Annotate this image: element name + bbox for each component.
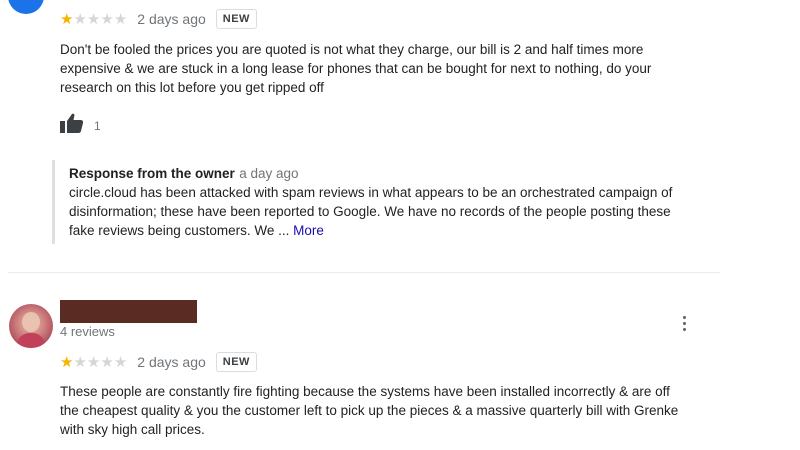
helpful-count: 1 <box>94 118 101 133</box>
star-empty-icon: ★ <box>86 10 101 28</box>
star-empty-icon: ★ <box>113 353 128 371</box>
helpful-button[interactable]: 1 <box>60 113 101 138</box>
owner-response-line: disinformation; these have been reported… <box>69 204 671 219</box>
review-date: 2 days ago <box>137 354 206 370</box>
star-rating: ★ ★ ★ ★ ★ <box>60 355 127 370</box>
star-empty-icon: ★ <box>100 353 114 371</box>
review-text-line: research on this lot before you get ripp… <box>60 80 324 95</box>
owner-response-text: circle.cloud has been attacked with spam… <box>69 183 749 240</box>
new-badge: NEW <box>215 9 257 29</box>
review-text-line: with sky high call prices. <box>60 422 205 437</box>
star-rating: ★ ★ ★ ★ ★ <box>60 12 127 27</box>
star-empty-icon: ★ <box>73 353 87 371</box>
star-empty-icon: ★ <box>113 10 128 28</box>
owner-response-title: Response from the owner <box>69 166 235 181</box>
more-link[interactable]: More <box>293 223 324 238</box>
owner-response-time: a day ago <box>239 166 299 181</box>
more-vert-icon[interactable] <box>679 316 689 331</box>
reviewer-review-count[interactable]: 4 reviews <box>60 324 115 339</box>
review-text-line: the cheapest quality & you the customer … <box>60 403 679 418</box>
review-2-meta: ★ ★ ★ ★ ★ 2 days ago NEW <box>60 352 257 372</box>
owner-response-line: fake reviews being customers. We ... <box>69 223 290 238</box>
star-empty-icon: ★ <box>86 353 101 371</box>
star-filled-icon: ★ <box>60 10 74 28</box>
owner-response: Response from the owner a day ago circle… <box>52 160 749 244</box>
review-date: 2 days ago <box>137 11 206 27</box>
star-filled-icon: ★ <box>60 353 74 371</box>
owner-response-header: Response from the owner a day ago <box>69 165 749 183</box>
owner-response-line: circle.cloud has been attacked with spam… <box>69 185 673 200</box>
review-text: Don't be fooled the prices you are quote… <box>60 40 760 97</box>
reviewer-name-redacted <box>60 300 197 323</box>
star-empty-icon: ★ <box>100 10 114 28</box>
thumbs-up-icon[interactable] <box>60 113 84 138</box>
reviewer-avatar[interactable] <box>9 304 53 348</box>
review-text-line: expensive & we are stuck in a long lease… <box>60 61 652 76</box>
review-1-meta: ★ ★ ★ ★ ★ 2 days ago NEW <box>60 9 257 29</box>
star-empty-icon: ★ <box>73 10 87 28</box>
review-text-line: These people are constantly fire fightin… <box>60 384 670 399</box>
review-text: These people are constantly fire fightin… <box>60 382 770 439</box>
new-badge: NEW <box>215 352 257 372</box>
reviewer-avatar[interactable] <box>8 0 44 14</box>
review-divider <box>8 272 720 273</box>
review-text-line: Don't be fooled the prices you are quote… <box>60 42 644 57</box>
